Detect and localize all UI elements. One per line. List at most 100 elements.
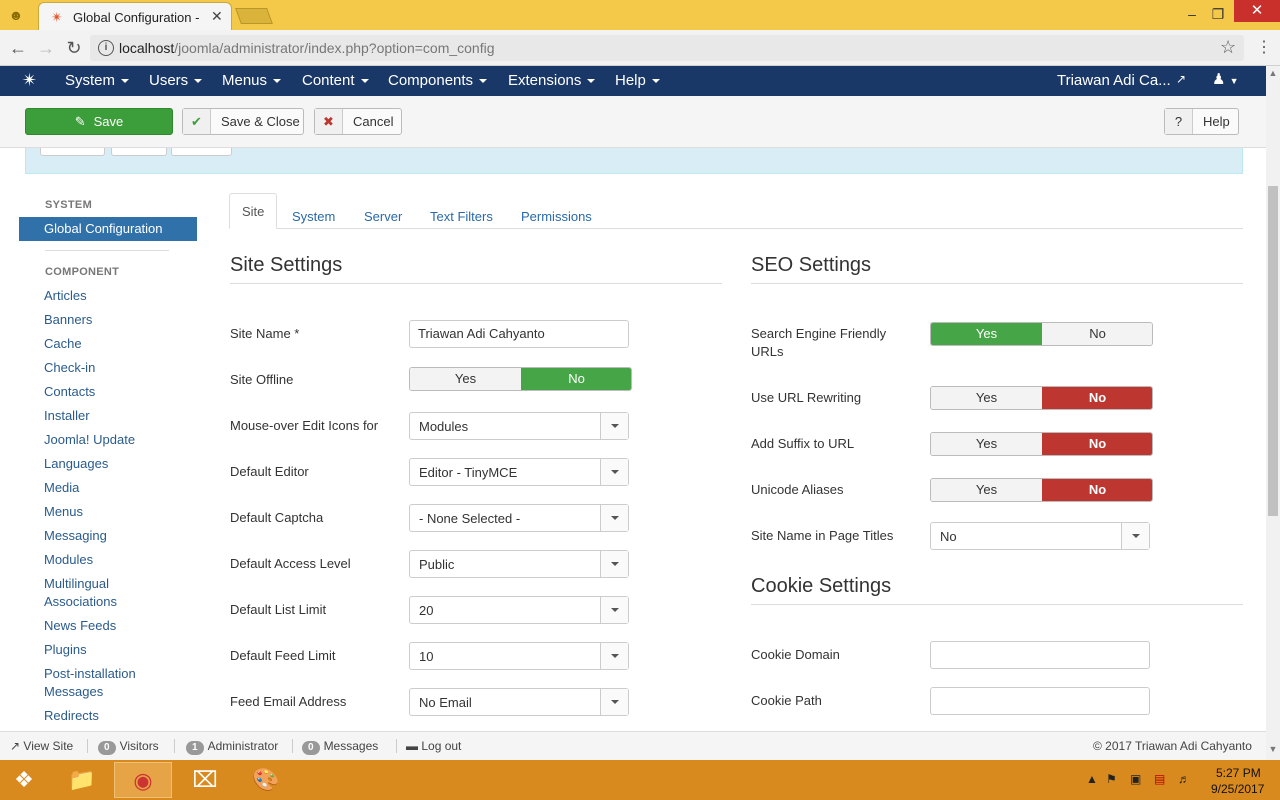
tab-server[interactable]: Server	[352, 200, 414, 229]
help-button[interactable]: ? Help	[1164, 108, 1239, 135]
sidebar-item[interactable]: Banners	[44, 311, 92, 329]
browser-user-icon[interactable]: ☻	[6, 6, 26, 24]
clock-time[interactable]: 5:27 PM	[1216, 766, 1261, 780]
cancel-button[interactable]: ✖ Cancel	[314, 108, 402, 135]
sidebar-item[interactable]: Post-installation Messages	[44, 665, 154, 701]
external-link-icon: ↗	[10, 739, 21, 753]
save-button[interactable]: ✎ Save	[25, 108, 173, 135]
toggle-no[interactable]: No	[1042, 479, 1152, 501]
sidebar-item[interactable]: Messaging	[44, 527, 107, 545]
administrator-link[interactable]: 1 Administrator	[186, 739, 278, 755]
external-link-icon[interactable]: ↗	[1176, 72, 1186, 86]
url-text[interactable]: localhost/joomla/administrator/index.php…	[119, 40, 495, 56]
volume-icon[interactable]: ♬	[1178, 772, 1190, 786]
forward-arrow-icon[interactable]: →	[35, 38, 57, 58]
toggle-yes[interactable]: Yes	[931, 479, 1042, 501]
feed-limit-select[interactable]: 10	[409, 642, 629, 670]
toggle-yes[interactable]: Yes	[410, 368, 521, 390]
tab-text-filters[interactable]: Text Filters	[418, 200, 505, 229]
menu-system[interactable]: System	[65, 72, 130, 89]
sidebar-item[interactable]: Joomla! Update	[44, 431, 135, 449]
menu-extensions[interactable]: Extensions	[508, 72, 596, 89]
scrollbar-thumb[interactable]	[1268, 186, 1278, 516]
default-editor-select[interactable]: Editor - TinyMCE	[409, 458, 629, 486]
list-limit-select[interactable]: 20	[409, 596, 629, 624]
logout-link[interactable]: ▬ Log out	[406, 739, 461, 753]
sidebar-item[interactable]: Modules	[44, 551, 93, 569]
file-explorer-icon[interactable]: 📁	[53, 762, 111, 798]
sidebar-item[interactable]: Multilingual Associations	[44, 575, 154, 611]
save-close-button[interactable]: ✔ Save & Close	[182, 108, 304, 135]
flag-icon[interactable]: ⚑	[1106, 772, 1117, 786]
site-name-link[interactable]: Triawan Adi Ca...	[1057, 72, 1171, 89]
sidebar-item[interactable]: Languages	[44, 455, 108, 473]
sitename-titles-select[interactable]: No	[930, 522, 1150, 550]
unicode-aliases-toggle[interactable]: Yes No	[930, 478, 1153, 502]
sidebar-divider	[45, 250, 169, 251]
tab-site[interactable]: Site	[229, 193, 278, 229]
sidebar-item[interactable]: Cache	[44, 335, 82, 353]
maximize-icon[interactable]: ❐	[1206, 4, 1230, 24]
toggle-no[interactable]: No	[521, 368, 631, 390]
toggle-no[interactable]: No	[1042, 323, 1152, 345]
windows-start-icon[interactable]: ❖	[10, 766, 38, 794]
mouseover-select[interactable]: Modules	[409, 412, 629, 440]
network-icon[interactable]: ▤	[1154, 772, 1165, 786]
sidebar-item-global-configuration[interactable]: Global Configuration	[19, 217, 197, 241]
reload-icon[interactable]: ↻	[63, 38, 85, 58]
site-offline-toggle[interactable]: Yes No	[409, 367, 632, 391]
bookmark-star-icon[interactable]: ☆	[1220, 37, 1236, 58]
sidebar-item[interactable]: Installer	[44, 407, 90, 425]
browser-menu-icon[interactable]: ⋮	[1256, 37, 1272, 57]
menu-content[interactable]: Content	[302, 72, 369, 89]
scroll-down-icon[interactable]: ▼	[1266, 744, 1280, 754]
messages-link[interactable]: 0 Messages	[302, 739, 378, 755]
sidebar-item[interactable]: Redirects	[44, 707, 99, 725]
sidebar-item[interactable]: Contacts	[44, 383, 95, 401]
sef-toggle[interactable]: Yes No	[930, 322, 1153, 346]
cookie-path-input[interactable]	[930, 687, 1150, 715]
sidebar-item[interactable]: Check-in	[44, 359, 95, 377]
minimize-icon[interactable]: –	[1180, 4, 1204, 24]
chrome-icon[interactable]: ◉	[114, 762, 172, 798]
tab-permissions[interactable]: Permissions	[509, 200, 604, 229]
url-rewriting-toggle[interactable]: Yes No	[930, 386, 1153, 410]
site-name-input[interactable]: Triawan Adi Cahyanto	[409, 320, 629, 348]
browser-tab[interactable]: ✴ Global Configuration - Tr ✕	[38, 2, 232, 30]
default-captcha-select[interactable]: - None Selected -	[409, 504, 629, 532]
clock-date[interactable]: 9/25/2017	[1211, 782, 1264, 796]
tab-system[interactable]: System	[280, 200, 347, 229]
new-tab-button[interactable]	[235, 8, 273, 24]
sidebar-item[interactable]: Menus	[44, 503, 83, 521]
xampp-icon[interactable]: ⌧	[176, 762, 234, 798]
info-icon[interactable]: i	[98, 40, 114, 56]
user-menu-icon[interactable]: ♟ ▼	[1212, 70, 1239, 88]
sidebar-item[interactable]: Plugins	[44, 641, 87, 659]
close-tab-icon[interactable]: ✕	[211, 8, 223, 25]
power-icon[interactable]: ▣	[1130, 772, 1141, 786]
cookie-domain-input[interactable]	[930, 641, 1150, 669]
toggle-no[interactable]: No	[1042, 433, 1152, 455]
sidebar-item[interactable]: Articles	[44, 287, 87, 305]
visitors-link[interactable]: 0 Visitors	[98, 739, 159, 755]
view-site-link[interactable]: ↗ View Site	[10, 739, 73, 753]
feed-email-select[interactable]: No Email	[409, 688, 629, 716]
menu-menus[interactable]: Menus	[222, 72, 282, 89]
menu-users[interactable]: Users	[149, 72, 203, 89]
toggle-yes[interactable]: Yes	[931, 433, 1042, 455]
scroll-up-icon[interactable]: ▲	[1266, 68, 1280, 78]
access-level-select[interactable]: Public	[409, 550, 629, 578]
menu-help[interactable]: Help	[615, 72, 660, 89]
paint-icon[interactable]: 🎨	[237, 762, 295, 798]
sidebar-item[interactable]: Media	[44, 479, 79, 497]
joomla-logo-icon[interactable]: ✴	[22, 70, 37, 91]
window-close-icon[interactable]: ✕	[1234, 0, 1280, 22]
suffix-toggle[interactable]: Yes No	[930, 432, 1153, 456]
sidebar-item[interactable]: News Feeds	[44, 617, 116, 635]
toggle-yes[interactable]: Yes	[931, 387, 1042, 409]
menu-components[interactable]: Components	[388, 72, 488, 89]
toggle-yes[interactable]: Yes	[931, 323, 1042, 345]
show-hidden-icons-icon[interactable]: ▲	[1086, 772, 1098, 786]
toggle-no[interactable]: No	[1042, 387, 1152, 409]
back-arrow-icon[interactable]: ←	[7, 38, 29, 58]
